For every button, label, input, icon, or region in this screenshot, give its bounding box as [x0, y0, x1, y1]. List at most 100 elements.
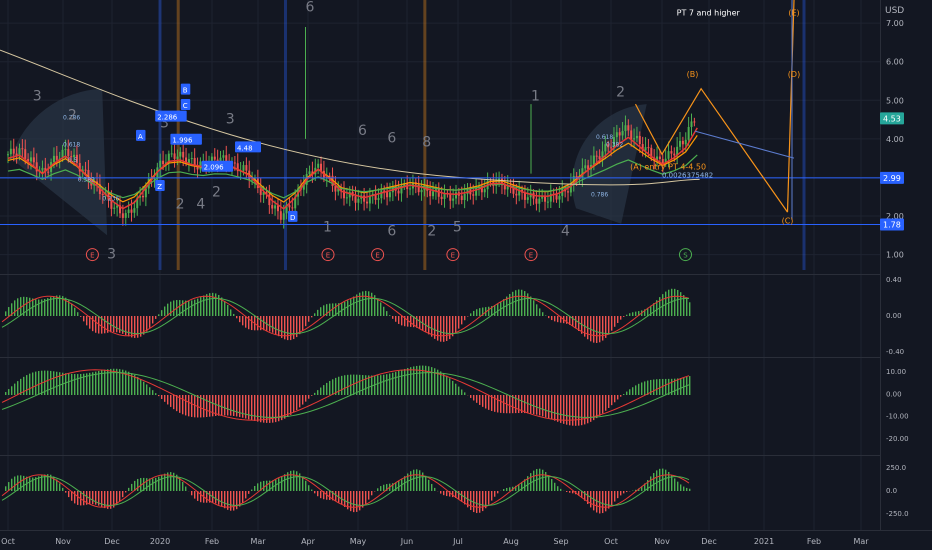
osc-bar — [689, 488, 691, 491]
projection-label: (A) entry PT 4-4.50 — [630, 163, 706, 172]
osc-bar — [32, 477, 34, 491]
osc-bar — [320, 387, 322, 395]
osc-bar — [314, 313, 316, 316]
candle-body — [690, 121, 693, 127]
candle-body — [245, 165, 248, 171]
osc-bar — [551, 316, 553, 321]
box-label-text: 2.286 — [157, 114, 178, 122]
osc-bar — [368, 491, 370, 500]
osc-bar — [620, 491, 622, 496]
osc-bar — [179, 477, 181, 491]
osc-bar — [203, 295, 205, 316]
osc-bar — [35, 299, 37, 316]
osc-bar — [533, 395, 535, 415]
osc-tick-label: -20.00 — [886, 435, 909, 443]
osc-bar — [488, 395, 490, 410]
osc-bar — [542, 469, 544, 491]
osc-bar — [182, 481, 184, 491]
osc-bar — [620, 395, 622, 397]
osc-bar — [548, 316, 550, 319]
osc-bar — [392, 372, 394, 395]
osc-bar — [320, 491, 322, 499]
candle-body — [615, 132, 618, 138]
osc-bar — [170, 301, 172, 316]
projection-label: (B) — [687, 70, 699, 79]
osc-bar — [95, 316, 97, 333]
osc-bar — [281, 316, 283, 338]
candle-body — [377, 198, 380, 200]
candle-body — [595, 155, 598, 157]
wave-label: 1 — [323, 219, 332, 235]
event-marker-label: E — [529, 252, 533, 260]
candle-body — [345, 197, 348, 199]
osc-bar — [275, 316, 277, 335]
osc-bar — [563, 395, 565, 424]
osc-bar — [89, 372, 91, 395]
osc-bar — [173, 300, 175, 316]
trading-chart[interactable]: (A) entry PT 4-4.50 (B) (C) (D) (E) PT 7 and … — [0, 0, 932, 550]
wave-label: 2 — [427, 223, 436, 239]
osc-bar — [380, 375, 382, 395]
candle-body — [190, 158, 193, 160]
osc-bar — [77, 312, 79, 316]
price-scale[interactable] — [880, 0, 932, 530]
osc-bar — [278, 316, 280, 337]
osc-bar — [611, 491, 613, 506]
osc-bar — [479, 395, 481, 405]
osc-bar — [614, 395, 616, 403]
osc-bar — [536, 304, 538, 316]
osc-bar — [128, 316, 130, 337]
time-tick-label: 2021 — [754, 537, 774, 546]
time-scale[interactable] — [0, 530, 932, 550]
osc-bar — [602, 316, 604, 341]
osc-bar — [674, 478, 676, 491]
osc-bar — [221, 395, 223, 416]
osc-bar — [623, 491, 625, 494]
price-annotation: 0.0026375482 — [662, 171, 713, 179]
osc-bar — [665, 378, 667, 395]
osc-bar — [272, 316, 274, 333]
osc-bar — [296, 395, 298, 411]
osc-bar — [425, 475, 427, 491]
osc-tick-label: 0.00 — [886, 312, 902, 320]
candle-body — [29, 157, 32, 162]
osc-tick-label: 250.0 — [886, 464, 906, 472]
osc-bar — [242, 491, 244, 503]
osc-bar — [5, 486, 7, 491]
osc-bar — [683, 486, 685, 491]
osc-bar — [230, 491, 232, 511]
osc-bar — [395, 316, 397, 322]
candle-body — [24, 149, 27, 159]
osc-bar — [278, 478, 280, 491]
osc-bar — [365, 491, 367, 504]
osc-bar — [236, 316, 238, 319]
candle-body — [432, 191, 435, 197]
candle-body — [357, 198, 360, 203]
osc-bar — [488, 306, 490, 316]
candle-body — [667, 151, 670, 159]
candle-body — [64, 149, 67, 151]
osc-bar — [626, 491, 628, 493]
osc-bar — [47, 298, 49, 316]
osc-bar — [383, 306, 385, 316]
osc-bar — [500, 395, 502, 413]
wave-label: 6 — [387, 131, 396, 147]
candle-body — [380, 190, 383, 199]
osc-bar — [71, 303, 73, 316]
osc-bar — [329, 380, 331, 395]
candle-body — [282, 213, 285, 220]
osc-bar — [449, 378, 451, 395]
osc-bar — [539, 468, 541, 491]
osc-bar — [440, 491, 442, 494]
osc-bar — [632, 312, 634, 316]
osc-bar — [617, 395, 619, 400]
osc-bar — [383, 374, 385, 395]
osc-bar — [341, 491, 343, 505]
osc-bar — [134, 374, 136, 395]
wave-label: 2 — [212, 185, 221, 201]
osc-bar — [155, 393, 157, 395]
osc-bar — [158, 395, 160, 397]
osc-bar — [428, 479, 430, 491]
osc-bar — [335, 491, 337, 502]
osc-bar — [185, 395, 187, 416]
